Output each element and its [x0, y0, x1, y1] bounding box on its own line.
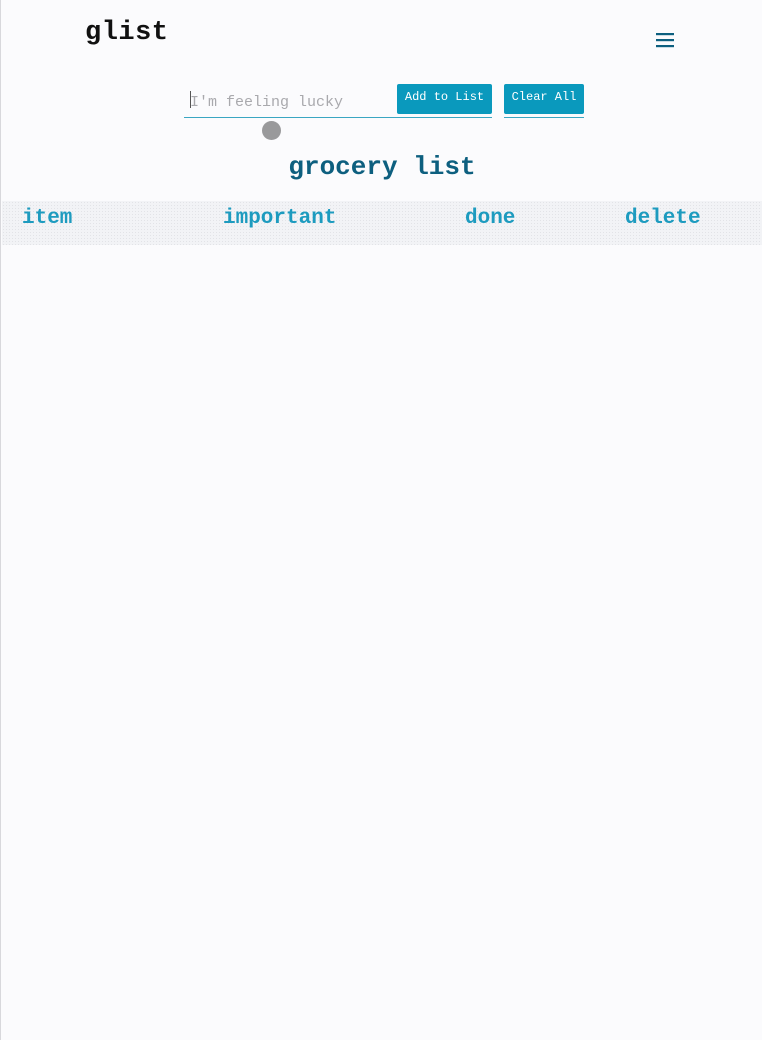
add-to-list-button[interactable]: Add to List [397, 84, 492, 114]
clear-all-button[interactable]: Clear All [504, 84, 584, 114]
column-header-item: item [22, 207, 73, 230]
clear-all-underline [504, 117, 584, 118]
list-table-header: item important done delete [2, 201, 762, 245]
text-caret [190, 91, 191, 108]
column-header-done: done [465, 207, 516, 230]
column-header-important: important [223, 207, 337, 230]
hamburger-menu-icon[interactable] [654, 30, 676, 50]
touch-cursor-indicator [262, 121, 281, 140]
brand-logo[interactable]: glist [85, 18, 169, 48]
app-page: glist Add to List Clear All grocery list… [0, 0, 762, 1040]
page-title: grocery list [288, 152, 476, 182]
column-header-delete: delete [625, 207, 701, 230]
